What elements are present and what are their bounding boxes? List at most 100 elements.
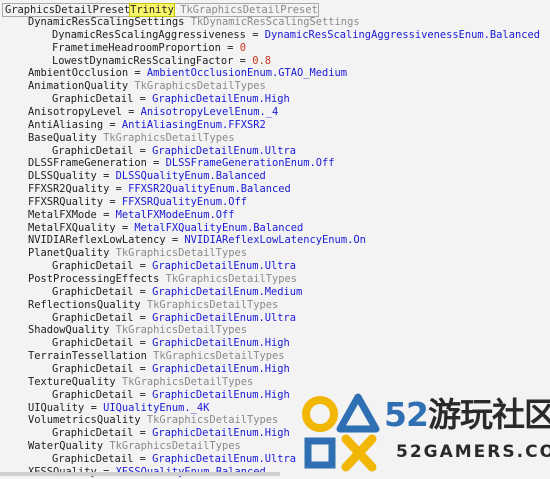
tree-row[interactable]: DLSSQuality = DLSSQualityEnum.Balanced — [28, 170, 266, 183]
property-value: DynamicResScalingAggressivenessEnum.Bala… — [264, 28, 540, 41]
property-name: ReflectionsQuality — [28, 298, 141, 311]
tree-row[interactable]: ShadowQuality TkGraphicsDetailTypes — [28, 324, 247, 337]
property-value: GraphicDetailEnum.Medium — [152, 285, 303, 298]
tree-row[interactable]: AnimationQuality TkGraphicsDetailTypes — [28, 80, 266, 93]
tree-row[interactable]: TextureQuality TkGraphicsDetailTypes — [28, 376, 253, 389]
property-value: GraphicDetailEnum.Ultra — [152, 260, 296, 273]
tree-row[interactable]: AntiAliasing = AntiAliasingEnum.FFXSR2 — [28, 119, 266, 132]
equals-sign: = — [133, 452, 153, 465]
property-type: TkDynamicResScalingSettings — [190, 16, 360, 28]
equals-sign: = — [84, 401, 104, 414]
equals-sign: = — [133, 285, 153, 298]
equals-sign: = — [96, 170, 116, 183]
property-value: GraphicDetailEnum.High — [152, 93, 290, 106]
property-name: DynamicResScalingAggressiveness — [52, 28, 246, 41]
equals-sign: = — [133, 260, 153, 273]
tree-row[interactable]: MetalFXMode = MetalFXModeEnum.Off — [28, 209, 234, 222]
property-name: MetalFXQuality — [28, 221, 116, 234]
property-name: NVIDIAReflexLowLatency — [28, 234, 166, 247]
tree-row[interactable]: DynamicResScalingAggressiveness = Dynami… — [52, 29, 540, 42]
property-name: AnisotropyLevel — [28, 106, 122, 118]
equals-sign: = — [133, 427, 153, 440]
watermark-title-digits: 52 — [384, 395, 429, 434]
equals-sign: = — [133, 337, 153, 350]
root-property-type: TkGraphicsDetailPreset — [180, 4, 318, 16]
tree-row[interactable]: GraphicDetail = GraphicDetailEnum.Ultra — [52, 453, 296, 466]
tree-row[interactable]: NVIDIAReflexLowLatency = NVIDIAReflexLow… — [28, 234, 366, 247]
property-name: AmbientOcclusion — [28, 67, 129, 80]
tree-row[interactable]: FFXSRQuality = FFXSRQualityEnum.Off — [28, 196, 247, 209]
property-name: DLSSFrameGeneration — [28, 157, 147, 170]
property-value: FFXSRQualityEnum.Off — [121, 195, 247, 208]
property-value: AnisotropyLevelEnum._4 — [140, 106, 279, 118]
tree-row[interactable]: VolumetricsQuality TkGraphicsDetailTypes — [28, 414, 278, 427]
tree-row[interactable]: GraphicDetail = GraphicDetailEnum.High — [52, 427, 290, 440]
watermark-title: 52游玩社区 — [384, 395, 550, 435]
equals-sign: = — [128, 67, 147, 80]
property-value: GraphicDetailEnum.Ultra — [152, 144, 296, 157]
property-value: FFXSR2QualityEnum.Balanced — [128, 183, 291, 195]
tree-row[interactable]: GraphicDetail = GraphicDetailEnum.Ultra — [52, 260, 296, 273]
watermark-logo-icon — [302, 393, 380, 472]
tree-row[interactable]: ReflectionsQuality TkGraphicsDetailTypes — [28, 299, 278, 312]
tree-row[interactable]: GraphicDetail = GraphicDetailEnum.High — [52, 389, 290, 402]
property-value: AmbientOcclusionEnum.GTAO_Medium — [146, 67, 348, 80]
tree-row-root[interactable]: GraphicsDetailPresetTrinity TkGraphicsDe… — [2, 3, 319, 17]
property-name: WaterQuality — [28, 440, 104, 453]
root-property-name: GraphicsDetailPreset — [5, 4, 131, 16]
property-value: GraphicDetailEnum.High — [152, 427, 290, 440]
property-name: GraphicDetail — [52, 285, 134, 298]
tree-row[interactable]: MetalFXQuality = MetalFXQualityEnum.Bala… — [28, 222, 303, 235]
property-type: TkGraphicsDetailTypes — [146, 298, 279, 311]
property-name: PostProcessingEffects — [28, 273, 160, 285]
equals-sign: = — [109, 183, 129, 195]
tree-row[interactable]: FrametimeHeadroomProportion = 0 — [52, 42, 246, 55]
tree-row[interactable]: GraphicDetail = GraphicDetailEnum.High — [52, 337, 290, 350]
equals-sign: = — [133, 362, 153, 375]
tree-row[interactable]: FFXSR2Quality = FFXSR2QualityEnum.Balanc… — [28, 183, 291, 196]
watermark-title-text: 游玩社区 — [427, 395, 550, 434]
property-type: TkGraphicsDetailTypes — [121, 375, 254, 388]
tree-row[interactable]: GraphicDetail = GraphicDetailEnum.Medium — [52, 286, 302, 299]
property-name: UIQuality — [28, 401, 85, 414]
tree-row[interactable]: TerrainTessellation TkGraphicsDetailType… — [28, 350, 285, 363]
equals-sign: = — [233, 54, 253, 67]
tree-row[interactable]: BaseQuality TkGraphicsDetailTypes — [28, 132, 234, 145]
tree-row[interactable]: PostProcessingEffects TkGraphicsDetailTy… — [28, 273, 297, 286]
watermark: 52游玩社区 52GAMERS.COM — [300, 393, 550, 476]
property-value: GraphicDetailEnum.Ultra — [152, 452, 296, 465]
property-type: TkGraphicsDetailTypes — [103, 131, 235, 144]
tree-row[interactable]: PlanetQuality TkGraphicsDetailTypes — [28, 247, 247, 260]
tree-row[interactable]: GraphicDetail = GraphicDetailEnum.Ultra — [52, 312, 296, 325]
property-name: DynamicResScalingSettings — [28, 16, 185, 28]
property-name: GraphicDetail — [52, 144, 134, 157]
tree-row[interactable]: DynamicResScalingSettings TkDynamicResSc… — [28, 16, 360, 29]
property-type: TkGraphicsDetailTypes — [165, 273, 298, 285]
property-name: MetalFXMode — [28, 208, 97, 221]
tree-row[interactable]: WaterQuality TkGraphicsDetailTypes — [28, 440, 241, 453]
tree-row[interactable]: GraphicDetail = GraphicDetailEnum.High — [52, 93, 290, 106]
tree-row[interactable]: GraphicDetail = GraphicDetailEnum.High — [52, 363, 290, 376]
horizontal-scrollbar[interactable] — [0, 472, 280, 476]
property-value: GraphicDetailEnum.High — [152, 388, 290, 401]
equals-sign: = — [121, 106, 141, 118]
property-value: GraphicDetailEnum.High — [152, 362, 290, 375]
tree-row[interactable]: DLSSFrameGeneration = DLSSFrameGeneratio… — [28, 157, 335, 170]
property-type: TkGraphicsDetailTypes — [153, 350, 285, 363]
property-name: FrametimeHeadroomProportion — [52, 41, 221, 54]
property-value: GraphicDetailEnum.Ultra — [152, 311, 296, 324]
tree-row[interactable]: UIQuality = UIQualityEnum._4K — [28, 402, 209, 415]
tree-row[interactable]: LowestDynamicResScalingFactor = 0.8 — [52, 55, 271, 68]
property-name: TerrainTessellation — [28, 350, 147, 363]
property-name: VolumetricsQuality — [28, 414, 141, 427]
equals-sign: = — [115, 221, 135, 234]
tree-row[interactable]: GraphicDetail = GraphicDetailEnum.Ultra — [52, 145, 296, 158]
tree-row[interactable]: AnisotropyLevel = AnisotropyLevelEnum._4 — [28, 106, 278, 119]
property-name: GraphicDetail — [52, 311, 134, 324]
property-value: DLSSQualityEnum.Balanced — [115, 170, 266, 183]
equals-sign: = — [96, 208, 116, 221]
property-value: MetalFXQualityEnum.Balanced — [134, 221, 304, 234]
equals-sign: = — [220, 41, 240, 54]
property-value: 0.8 — [252, 54, 271, 67]
tree-row[interactable]: AmbientOcclusion = AmbientOcclusionEnum.… — [28, 67, 347, 80]
